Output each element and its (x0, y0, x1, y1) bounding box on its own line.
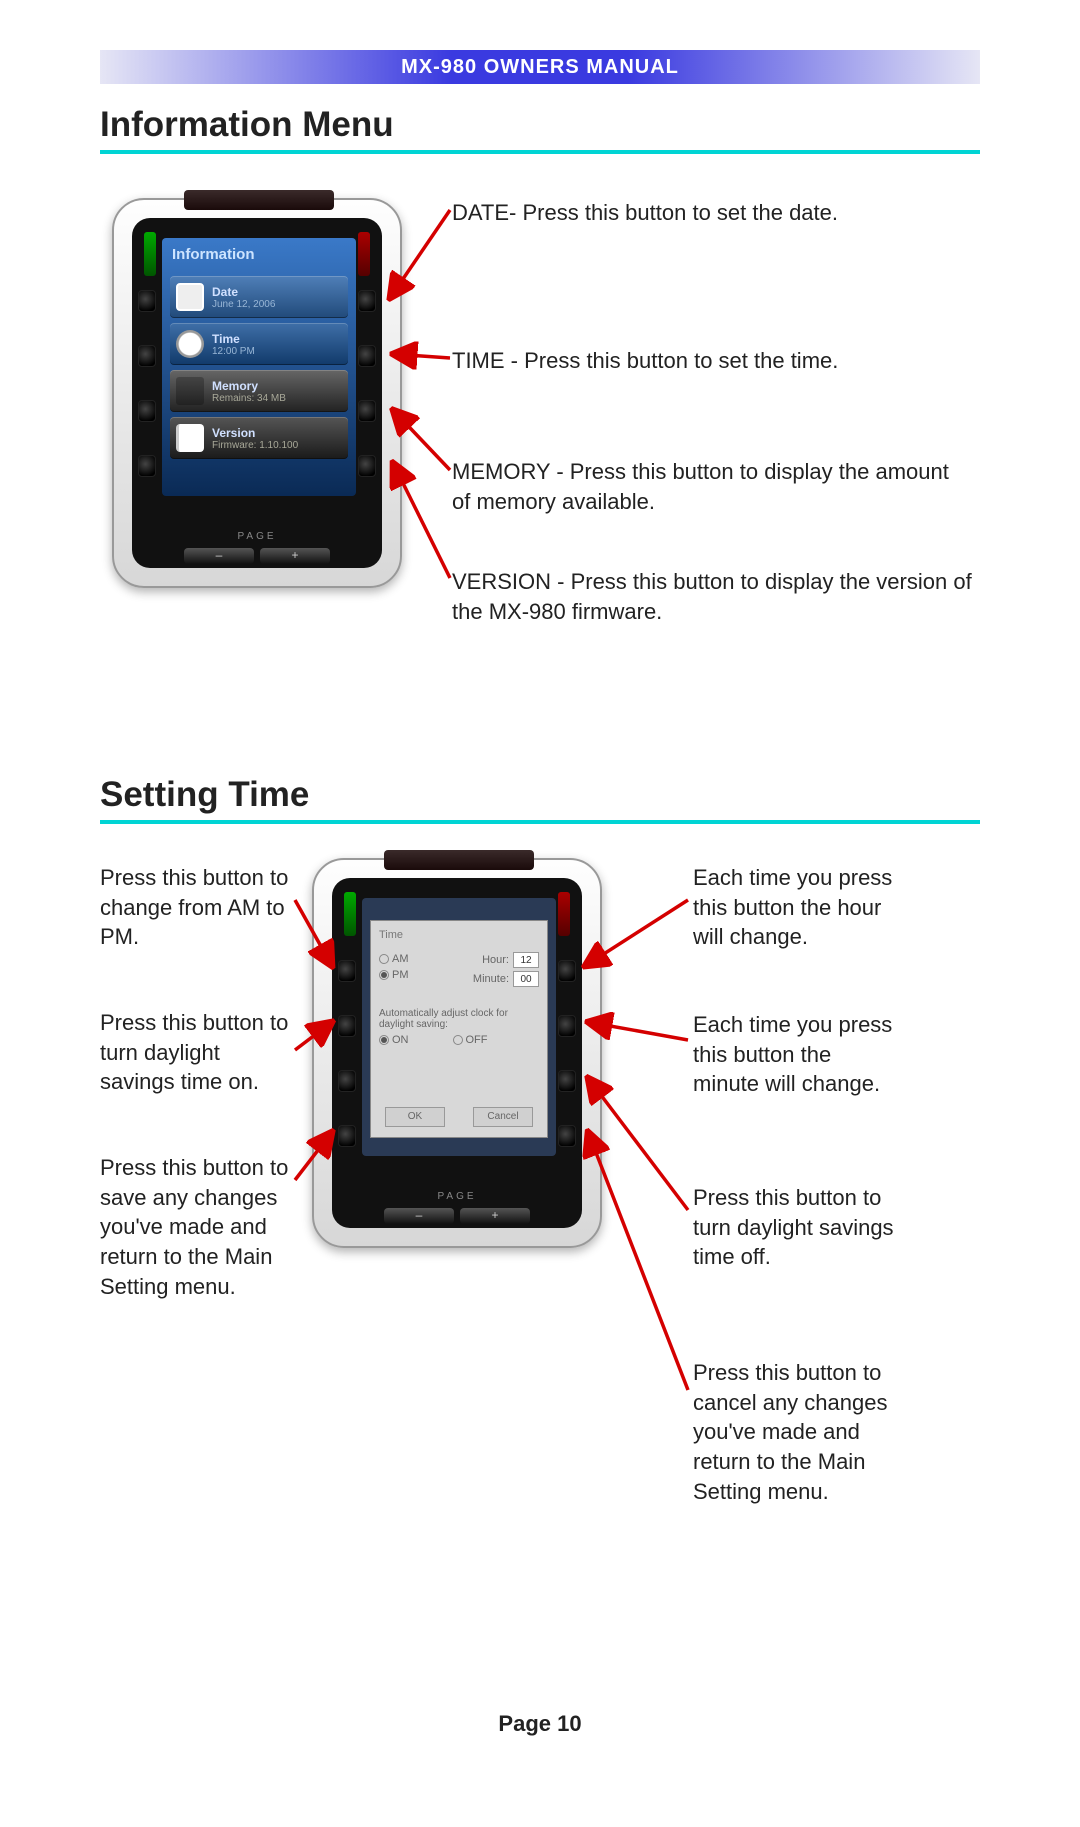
time-screen: Time AM PM Hour: 12 Minute: 00 Automatical… (362, 898, 556, 1156)
side-button-l1[interactable] (138, 290, 156, 312)
off-toggle[interactable] (358, 232, 370, 276)
memory-icon (176, 377, 204, 405)
cancel-button[interactable]: Cancel (473, 1107, 533, 1127)
clock-icon (176, 330, 204, 358)
radio-pm-row[interactable]: PM (379, 969, 409, 981)
info-row-value: 12:00 PM (212, 346, 255, 357)
ok-button[interactable]: OK (385, 1107, 445, 1127)
dst-on-label: ON (392, 1034, 409, 1046)
on-toggle[interactable] (344, 892, 356, 936)
header-rest: OWNERS MANUAL (484, 56, 679, 78)
am-label: AM (392, 953, 409, 965)
off-toggle[interactable] (558, 892, 570, 936)
page-number: Page 10 (0, 1711, 1080, 1737)
info-row-value: June 12, 2006 (212, 299, 275, 310)
hour-label: Hour: (482, 954, 509, 966)
side-button-r1-hour[interactable] (558, 960, 576, 982)
page-indicator: PAGE (314, 1191, 600, 1202)
section-settingtime-title: Setting Time (100, 775, 309, 815)
side-button-r3-memory[interactable] (358, 400, 376, 422)
info-row-date[interactable]: Date June 12, 2006 (170, 276, 348, 318)
side-button-l1-ampm[interactable] (338, 960, 356, 982)
dst-prompt: Automatically adjust clock for daylight … (379, 1008, 539, 1030)
radio-dst-on[interactable] (379, 1035, 389, 1045)
radio-dst-off-row[interactable]: OFF (453, 1034, 488, 1046)
info-row-label: Date (212, 285, 275, 299)
callout-memory: MEMORY - Press this button to display th… (452, 457, 972, 516)
callout-l3-save: Press this button to save any changes yo… (100, 1153, 295, 1301)
callout-time: TIME - Press this button to set the time… (452, 346, 972, 376)
info-screen-title: Information (162, 238, 356, 271)
side-button-l2[interactable] (138, 345, 156, 367)
info-row-label: Time (212, 332, 255, 346)
info-row-label: Version (212, 426, 298, 440)
device-notch (184, 190, 334, 210)
side-button-r2-minute[interactable] (558, 1015, 576, 1037)
version-icon (176, 424, 204, 452)
hour-input[interactable]: 12 (513, 952, 539, 968)
side-button-l3[interactable] (138, 400, 156, 422)
callout-l2-dston: Press this button to turn daylight savin… (100, 1008, 295, 1097)
device-settime: PAGE – + Time AM PM Hour: 12 Minute: 00 Au… (312, 858, 602, 1248)
header-prefix: MX-980 (401, 56, 484, 78)
side-button-r1-date[interactable] (358, 290, 376, 312)
dst-off-label: OFF (466, 1034, 488, 1046)
side-button-r3-dstoff[interactable] (558, 1070, 576, 1092)
callout-r2-minute: Each time you press this button the minu… (693, 1010, 903, 1099)
section-information-title: Information Menu (100, 105, 394, 145)
device-information: PAGE – + Information Date June 12, 2006 … (112, 198, 402, 588)
callout-date: DATE- Press this button to set the date. (452, 198, 972, 228)
section-rule (100, 820, 980, 824)
page-next-button[interactable]: + (460, 1208, 530, 1224)
info-row-value: Remains: 34 MB (212, 393, 286, 404)
info-row-time[interactable]: Time 12:00 PM (170, 323, 348, 365)
info-screen: Information Date June 12, 2006 Time 12:0… (162, 238, 356, 496)
radio-am-row[interactable]: AM (379, 953, 409, 965)
device-notch (384, 850, 534, 870)
radio-am[interactable] (379, 954, 389, 964)
radio-dst-on-row[interactable]: ON (379, 1034, 409, 1046)
side-button-l3-unused[interactable] (338, 1070, 356, 1092)
section-rule (100, 150, 980, 154)
side-button-r4-cancel[interactable] (558, 1125, 576, 1147)
info-row-value: Firmware: 1.10.100 (212, 440, 298, 451)
minute-input[interactable]: 00 (513, 971, 539, 987)
side-button-l4[interactable] (138, 455, 156, 477)
side-button-r4-version[interactable] (358, 455, 376, 477)
side-button-l4-ok[interactable] (338, 1125, 356, 1147)
info-row-memory[interactable]: Memory Remains: 34 MB (170, 370, 348, 412)
callout-version: VERSION - Press this button to display t… (452, 567, 972, 626)
pm-label: PM (392, 969, 409, 981)
callout-l1-ampm: Press this button to change from AM to P… (100, 863, 295, 952)
radio-dst-off[interactable] (453, 1035, 463, 1045)
radio-pm[interactable] (379, 970, 389, 980)
page-prev-button[interactable]: – (384, 1208, 454, 1224)
time-dialog: Time AM PM Hour: 12 Minute: 00 Automatical… (370, 920, 548, 1138)
page-next-button[interactable]: + (260, 548, 330, 564)
callout-r4-cancel: Press this button to cancel any changes … (693, 1358, 903, 1506)
manual-header: MX-980 OWNERS MANUAL (100, 50, 980, 84)
calendar-icon (176, 283, 204, 311)
minute-label: Minute: (473, 973, 509, 985)
page-indicator: PAGE (114, 531, 400, 542)
info-row-label: Memory (212, 379, 286, 393)
info-row-version[interactable]: Version Firmware: 1.10.100 (170, 417, 348, 459)
side-button-r2-time[interactable] (358, 345, 376, 367)
dialog-title: Time (379, 929, 539, 941)
page-prev-button[interactable]: – (184, 548, 254, 564)
side-button-l2-dston[interactable] (338, 1015, 356, 1037)
callout-r1-hour: Each time you press this button the hour… (693, 863, 903, 952)
callout-r3-dstoff: Press this button to turn daylight savin… (693, 1183, 903, 1272)
on-toggle[interactable] (144, 232, 156, 276)
